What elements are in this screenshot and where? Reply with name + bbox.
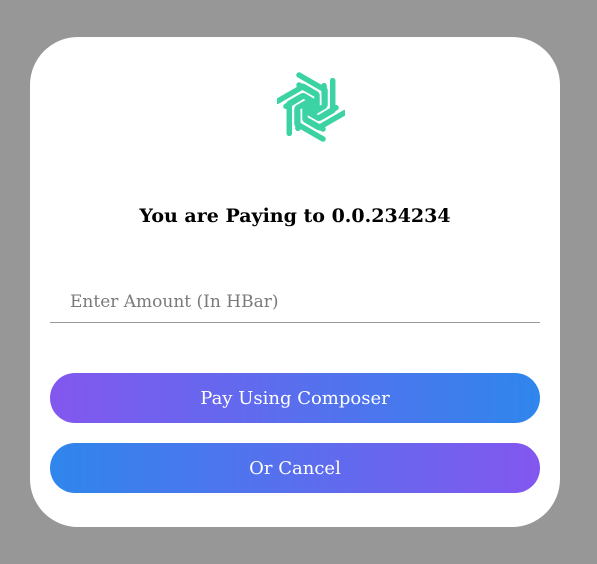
payment-modal: You are Paying to 0.0.234234 Pay Using C… [30, 37, 560, 527]
pay-using-composer-button[interactable]: Pay Using Composer [50, 373, 540, 423]
hedera-spiral-logo-icon [277, 72, 345, 142]
payment-title: You are Paying to 0.0.234234 [139, 205, 451, 227]
cancel-button[interactable]: Or Cancel [50, 443, 540, 493]
amount-input[interactable] [50, 281, 540, 323]
